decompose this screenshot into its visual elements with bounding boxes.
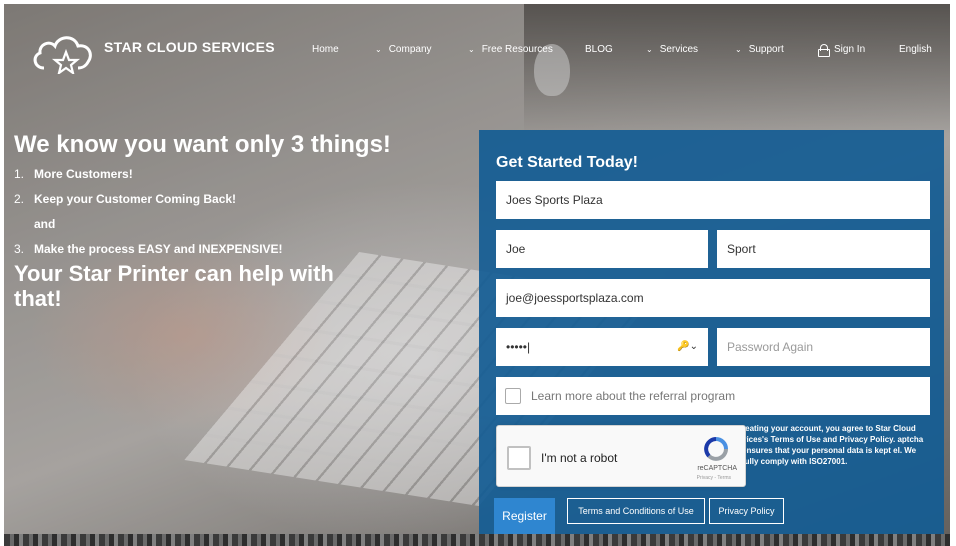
recaptcha-widget: I'm not a robot reCAPTCHA Privacy - Term… bbox=[496, 425, 746, 487]
last-name-value: Sport bbox=[727, 242, 756, 256]
signup-panel: Get Started Today! Joes Sports Plaza Joe… bbox=[479, 130, 944, 534]
benefits-list: 1. More Customers! 2. Keep your Customer… bbox=[14, 162, 414, 262]
list-item-text: Keep your Customer Coming Back! bbox=[34, 192, 237, 206]
list-item-text: and bbox=[34, 217, 56, 231]
terms-button[interactable]: Terms and Conditions of Use bbox=[567, 498, 705, 524]
chevron-down-icon: ⌄ bbox=[375, 45, 382, 54]
form-title: Get Started Today! bbox=[496, 154, 638, 171]
list-item: and bbox=[14, 212, 414, 237]
legal-text: reating your account, you agree to Star … bbox=[742, 424, 924, 466]
recaptcha-checkbox[interactable] bbox=[507, 446, 531, 470]
list-item: 1. More Customers! bbox=[14, 162, 414, 187]
privacy-policy-button[interactable]: Privacy Policy bbox=[709, 498, 784, 524]
chevron-down-icon: ⌄ bbox=[468, 45, 475, 54]
last-name-field[interactable]: Sport bbox=[717, 230, 930, 268]
company-field-value: Joes Sports Plaza bbox=[506, 193, 603, 207]
nav-support[interactable]: ⌄ Support bbox=[735, 44, 784, 55]
referral-option[interactable]: Learn more about the referral program bbox=[496, 377, 930, 415]
hero-headline: We know you want only 3 things! bbox=[14, 131, 391, 158]
hero-subhead: Your Star Printer can help with that! bbox=[14, 261, 334, 311]
nav-free-resources[interactable]: ⌄ Free Resources bbox=[468, 44, 553, 55]
nav-blog[interactable]: BLOG bbox=[585, 44, 613, 55]
nav-services-label: Services bbox=[659, 44, 699, 55]
recaptcha-brand: reCAPTCHA bbox=[697, 465, 737, 472]
list-item-number: 2. bbox=[14, 192, 25, 206]
brand-name: STAR CLOUD SERVICES bbox=[104, 39, 275, 55]
nav-company-label: Company bbox=[388, 44, 432, 55]
register-button[interactable]: Register bbox=[494, 498, 555, 534]
company-field[interactable]: Joes Sports Plaza bbox=[496, 181, 930, 219]
chevron-down-icon: ⌄ bbox=[735, 45, 742, 54]
list-item: 3. Make the process EASY and INEXPENSIVE… bbox=[14, 237, 414, 262]
list-item-text: More Customers! bbox=[34, 167, 133, 181]
first-name-field[interactable]: Joe bbox=[496, 230, 708, 268]
password-field[interactable]: •••••| 🔑⌄ bbox=[496, 328, 708, 366]
nav-home-label: Home bbox=[312, 44, 339, 55]
nav-company[interactable]: ⌄ Company bbox=[375, 44, 432, 55]
email-value: joe@joessportsplaza.com bbox=[506, 291, 644, 305]
referral-checkbox[interactable] bbox=[505, 388, 521, 404]
nav-language[interactable]: English bbox=[899, 44, 932, 55]
nav-sign-in-label: Sign In bbox=[834, 44, 866, 55]
password-again-field[interactable]: Password Again bbox=[717, 328, 930, 366]
brand-logo[interactable]: STAR CLOUD SERVICES bbox=[30, 30, 275, 74]
first-name-value: Joe bbox=[506, 242, 526, 256]
lock-icon bbox=[818, 44, 830, 57]
list-item-text: Make the process EASY and INEXPENSIVE! bbox=[34, 242, 283, 256]
password-again-placeholder: Password Again bbox=[727, 340, 814, 354]
nav-support-label: Support bbox=[748, 44, 784, 55]
list-item-number: 3. bbox=[14, 242, 25, 256]
list-item: 2. Keep your Customer Coming Back! bbox=[14, 187, 414, 212]
cloud-star-icon bbox=[33, 36, 92, 74]
recaptcha-links[interactable]: Privacy - Terms bbox=[697, 475, 731, 481]
recaptcha-icon bbox=[704, 437, 728, 461]
chevron-down-icon: ⌄ bbox=[646, 45, 653, 54]
nav-free-resources-label: Free Resources bbox=[481, 44, 553, 55]
list-item-number: 1. bbox=[14, 167, 25, 181]
nav-language-label: English bbox=[899, 44, 932, 55]
nav-services[interactable]: ⌄ Services bbox=[646, 44, 698, 55]
password-value: •••••| bbox=[506, 340, 531, 354]
nav-sign-in[interactable]: Sign In bbox=[818, 44, 866, 57]
recaptcha-label: I'm not a robot bbox=[541, 451, 618, 465]
nav-blog-label: BLOG bbox=[585, 44, 613, 55]
bottom-strip bbox=[4, 534, 950, 546]
email-field[interactable]: joe@joessportsplaza.com bbox=[496, 279, 930, 317]
key-icon[interactable]: 🔑⌄ bbox=[677, 341, 698, 352]
nav-home[interactable]: Home bbox=[312, 44, 339, 55]
hero-copy: We know you want only 3 things! 1. More … bbox=[14, 130, 414, 311]
top-nav: STAR CLOUD SERVICES Home ⌄ Company ⌄ Fre… bbox=[0, 0, 956, 100]
referral-label: Learn more about the referral program bbox=[531, 389, 736, 403]
